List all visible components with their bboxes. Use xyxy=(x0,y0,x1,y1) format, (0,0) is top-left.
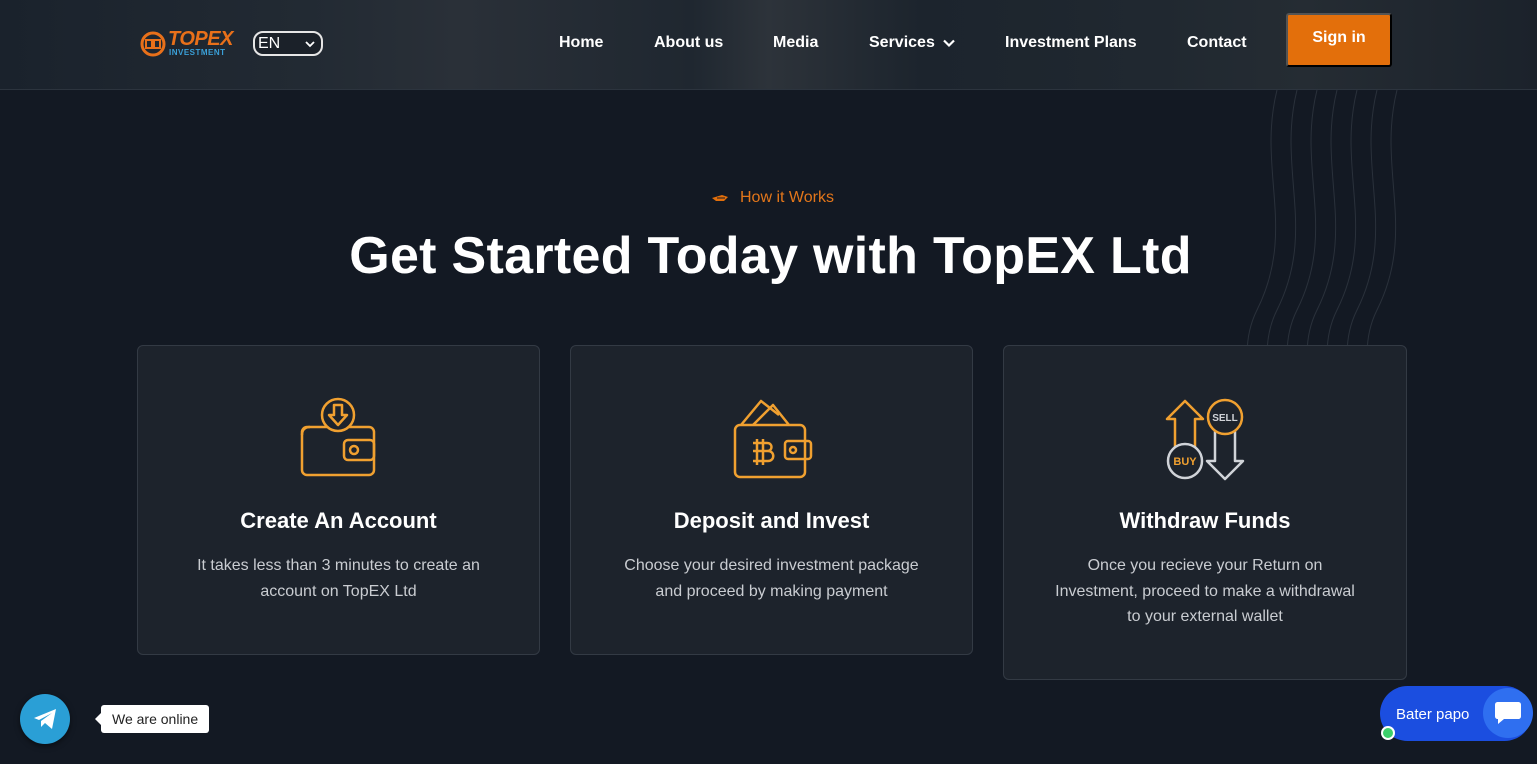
buy-sell-arrows-icon: BUY SELL xyxy=(1165,398,1245,481)
logo-mark-icon xyxy=(140,31,166,57)
svg-text:BUY: BUY xyxy=(1173,456,1197,468)
telegram-tooltip: We are online xyxy=(94,705,210,733)
language-value: EN xyxy=(258,35,281,52)
card-title: Withdraw Funds xyxy=(1119,508,1291,533)
hand-pointer-icon xyxy=(712,195,728,201)
step-card-deposit-invest: Deposit and Invest Choose your desired i… xyxy=(570,345,973,655)
section-eyebrow-text: How it Works xyxy=(740,189,834,206)
card-description: Once you recieve your Return on Investme… xyxy=(1055,557,1355,625)
telegram-icon xyxy=(34,709,56,729)
card-title: Deposit and Invest xyxy=(673,508,870,533)
nav-media[interactable]: Media xyxy=(773,34,818,52)
card-description: Choose your desired investment package a… xyxy=(624,557,919,600)
sign-in-button[interactable]: Sign in xyxy=(1286,13,1392,67)
telegram-button[interactable] xyxy=(20,694,70,744)
online-status-dot xyxy=(1381,726,1395,740)
bitcoin-wallet-icon xyxy=(733,399,813,479)
step-card-withdraw-funds: BUY SELL Withdraw Funds Once you recieve… xyxy=(1003,345,1407,680)
site-logo[interactable]: TOPEX INVESTMENT xyxy=(140,28,235,60)
services-chevron-down-icon[interactable] xyxy=(942,36,956,50)
card-description: It takes less than 3 minutes to create a… xyxy=(197,557,480,600)
svg-text:SELL: SELL xyxy=(1212,413,1238,424)
logo-subtitle: INVESTMENT xyxy=(169,48,226,57)
nav-contact[interactable]: Contact xyxy=(1187,34,1247,52)
site-header: TOPEX INVESTMENT EN Home About us Media … xyxy=(0,0,1537,90)
language-select[interactable]: EN xyxy=(253,31,323,56)
section-title: Get Started Today with TopEX Ltd xyxy=(349,227,1192,285)
chevron-down-icon xyxy=(305,41,315,48)
nav-investment-plans[interactable]: Investment Plans xyxy=(1005,34,1137,52)
nav-about-us[interactable]: About us xyxy=(654,34,723,52)
wallet-download-icon xyxy=(300,397,376,477)
nav-services[interactable]: Services xyxy=(869,34,935,52)
step-card-create-account: Create An Account It takes less than 3 m… xyxy=(137,345,540,655)
card-title: Create An Account xyxy=(240,508,437,533)
chat-widget[interactable]: Bater papo xyxy=(1380,686,1533,741)
section-eyebrow: How it Works xyxy=(711,188,834,208)
chat-bubble-icon xyxy=(1495,702,1521,724)
chat-bubble-button[interactable] xyxy=(1483,688,1533,738)
chat-label: Bater papo xyxy=(1396,706,1470,723)
nav-home[interactable]: Home xyxy=(559,34,603,52)
